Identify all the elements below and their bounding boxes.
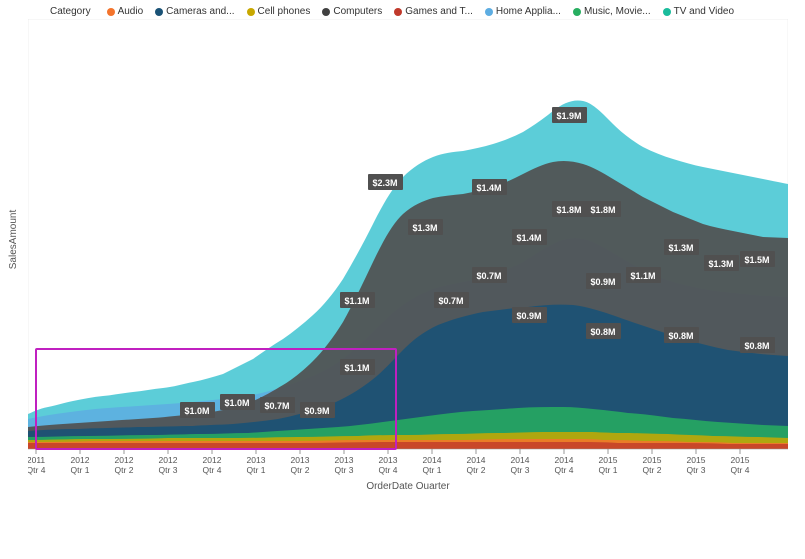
legend-item-music[interactable]: Music, Movie... — [573, 6, 651, 17]
svg-text:$0.9M: $0.9M — [304, 406, 329, 416]
audio-dot — [107, 8, 115, 16]
svg-text:$1.8M: $1.8M — [556, 205, 581, 215]
svg-text:$0.8M: $0.8M — [744, 341, 769, 351]
svg-text:$0.8M: $0.8M — [668, 331, 693, 341]
svg-text:$0.7M: $0.7M — [264, 401, 289, 411]
svg-text:2011: 2011 — [28, 455, 45, 465]
games-label: Games and T... — [405, 6, 473, 17]
svg-text:$0.7M: $0.7M — [438, 296, 463, 306]
svg-text:Qtr 2: Qtr 2 — [643, 465, 662, 475]
cameras-dot — [155, 8, 163, 16]
svg-text:$1.3M: $1.3M — [668, 243, 693, 253]
legend-item-homeappliance[interactable]: Home Applia... — [485, 6, 561, 17]
svg-text:$2.3M: $2.3M — [372, 178, 397, 188]
svg-text:Qtr 2: Qtr 2 — [467, 465, 486, 475]
svg-text:Qtr 4: Qtr 4 — [28, 465, 46, 475]
music-label: Music, Movie... — [584, 6, 651, 17]
audio-label: Audio — [118, 6, 144, 17]
cameras-label: Cameras and... — [166, 6, 234, 17]
svg-text:$0.7M: $0.7M — [476, 271, 501, 281]
svg-text:$0.9M: $0.9M — [590, 277, 615, 287]
svg-text:$0.9M: $0.9M — [516, 311, 541, 321]
svg-text:Qtr 1: Qtr 1 — [423, 465, 442, 475]
svg-text:2015: 2015 — [643, 455, 662, 465]
cellphones-dot — [247, 8, 255, 16]
svg-text:$1.1M: $1.1M — [344, 363, 369, 373]
svg-text:2015: 2015 — [687, 455, 706, 465]
computers-label: Computers — [333, 6, 382, 17]
svg-text:2013: 2013 — [379, 455, 398, 465]
svg-text:2014: 2014 — [511, 455, 530, 465]
svg-text:$1.0M: $1.0M — [184, 406, 209, 416]
svg-text:$1.8M: $1.8M — [590, 205, 615, 215]
area-chart: $1.0M $1.0M $0.7M $0.9M $1.1M $2.3M $1.3… — [28, 19, 788, 489]
svg-text:Qtr 3: Qtr 3 — [687, 465, 706, 475]
svg-text:Qtr 4: Qtr 4 — [555, 465, 574, 475]
svg-text:2013: 2013 — [291, 455, 310, 465]
legend-item-cameras[interactable]: Cameras and... — [155, 6, 234, 17]
svg-text:2013: 2013 — [247, 455, 266, 465]
tvvideo-label: TV and Video — [674, 6, 734, 17]
svg-text:$1.5M: $1.5M — [744, 255, 769, 265]
svg-text:Qtr 1: Qtr 1 — [71, 465, 90, 475]
svg-text:Qtr 3: Qtr 3 — [335, 465, 354, 475]
svg-text:Qtr 4: Qtr 4 — [731, 465, 750, 475]
svg-text:2012: 2012 — [159, 455, 178, 465]
svg-text:Qtr 1: Qtr 1 — [599, 465, 618, 475]
svg-text:2012: 2012 — [203, 455, 222, 465]
homeappliance-dot — [485, 8, 493, 16]
legend-item-computers[interactable]: Computers — [322, 6, 382, 17]
svg-text:2012: 2012 — [115, 455, 134, 465]
music-dot — [573, 8, 581, 16]
cellphones-label: Cell phones — [258, 6, 311, 17]
legend-item-cellphones[interactable]: Cell phones — [247, 6, 311, 17]
svg-text:$1.4M: $1.4M — [476, 183, 501, 193]
category-label: Category — [50, 6, 91, 17]
svg-text:2013: 2013 — [335, 455, 354, 465]
svg-text:2014: 2014 — [555, 455, 574, 465]
svg-text:$1.3M: $1.3M — [708, 259, 733, 269]
svg-text:OrderDate Quarter: OrderDate Quarter — [366, 481, 450, 489]
svg-text:$1.3M: $1.3M — [412, 223, 437, 233]
legend-item-games[interactable]: Games and T... — [394, 6, 473, 17]
svg-text:Qtr 2: Qtr 2 — [291, 465, 310, 475]
legend-item-audio[interactable]: Audio — [107, 6, 144, 17]
svg-text:2014: 2014 — [467, 455, 486, 465]
homeappliance-label: Home Applia... — [496, 6, 561, 17]
svg-text:Qtr 4: Qtr 4 — [379, 465, 398, 475]
games-dot — [394, 8, 402, 16]
svg-text:Qtr 1: Qtr 1 — [247, 465, 266, 475]
svg-text:$1.1M: $1.1M — [344, 296, 369, 306]
tvvideo-dot — [663, 8, 671, 16]
svg-text:2014: 2014 — [423, 455, 442, 465]
svg-text:$1.9M: $1.9M — [556, 111, 581, 121]
chart-container: Category Audio Cameras and... Cell phone… — [0, 0, 805, 559]
svg-text:Qtr 4: Qtr 4 — [203, 465, 222, 475]
legend-item-tvvideo[interactable]: TV and Video — [663, 6, 734, 17]
computers-dot — [322, 8, 330, 16]
svg-text:2015: 2015 — [731, 455, 750, 465]
svg-text:$1.0M: $1.0M — [224, 398, 249, 408]
y-axis-label: SalesAmount — [9, 209, 20, 268]
svg-text:Qtr 3: Qtr 3 — [159, 465, 178, 475]
svg-text:Qtr 2: Qtr 2 — [115, 465, 134, 475]
svg-text:2012: 2012 — [71, 455, 90, 465]
svg-text:Qtr 3: Qtr 3 — [511, 465, 530, 475]
svg-text:2015: 2015 — [599, 455, 618, 465]
svg-text:$1.1M: $1.1M — [630, 271, 655, 281]
legend: Category Audio Cameras and... Cell phone… — [0, 0, 805, 19]
svg-text:$0.8M: $0.8M — [590, 327, 615, 337]
svg-text:$1.4M: $1.4M — [516, 233, 541, 243]
